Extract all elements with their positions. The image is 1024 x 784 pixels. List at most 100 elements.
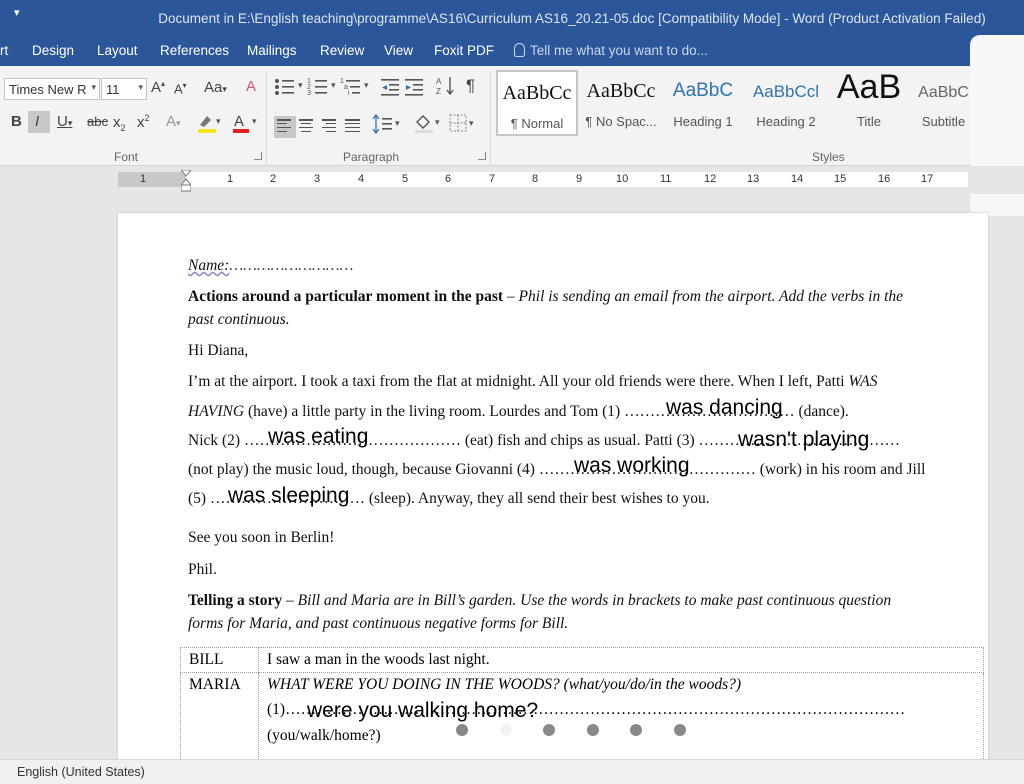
horizontal-ruler[interactable]: 1 1 2 3 4 5 6 7 8 9 10 11 12 13 14 15 16… — [0, 166, 1024, 194]
bold-icon[interactable]: B — [11, 113, 22, 130]
tell-me-search[interactable]: Tell me what you want to do... — [514, 43, 708, 58]
tab-foxit-pdf[interactable]: Foxit PDF — [434, 43, 494, 58]
style-normal[interactable]: AaBbCc ¶ Normal — [496, 70, 578, 136]
indent-markers-icon[interactable] — [181, 170, 191, 192]
pager-dot[interactable] — [456, 724, 468, 736]
svg-text:▾: ▾ — [331, 80, 336, 90]
document-page[interactable]: Name:……………………… Actions around a particul… — [118, 213, 988, 773]
grow-font-icon[interactable]: A▴ — [151, 79, 165, 96]
sort-icon[interactable]: AZ — [436, 75, 456, 101]
tab-insert[interactable]: rt — [0, 43, 8, 58]
heading-story-italic: – Bill and Maria are in Bill’s garden. U… — [282, 592, 892, 609]
font-color-icon[interactable]: A ▾ — [232, 112, 260, 138]
style-heading-2[interactable]: AaBbCcl Heading 2 — [745, 70, 827, 136]
show-formatting-marks-icon[interactable]: ¶ — [466, 76, 475, 96]
tab-mailings[interactable]: Mailings — [247, 43, 297, 58]
heading-actions-line2: past continuous. — [188, 311, 290, 328]
pager-dot[interactable] — [630, 724, 642, 736]
font-size-combobox[interactable]: 11 ▾ — [101, 78, 147, 100]
chevron-down-icon[interactable]: ▾ — [91, 82, 96, 93]
multilevel-icon: 1ai▾ — [340, 78, 369, 97]
name-line: Name:……………………… — [188, 257, 353, 275]
answer-5[interactable]: was sleeping — [228, 484, 349, 508]
speaker-cell: MARIA — [180, 672, 259, 763]
ribbon-home: Times New R ▾ 11 ▾ A▴ A▾ Aa▾ A B I U▾ abc … — [0, 66, 1024, 166]
status-bar: English (United States) — [0, 759, 1024, 784]
group-label-paragraph: Paragraph — [343, 150, 400, 164]
pager-dot[interactable] — [543, 724, 555, 736]
decrease-indent-icon[interactable] — [381, 76, 401, 102]
heading-actions: Actions around a particular moment in th… — [188, 288, 903, 306]
pager-dot-active[interactable] — [500, 724, 512, 736]
paint-bucket-icon: ▾ — [415, 115, 440, 133]
style-label: ¶ No Spac... — [585, 114, 657, 129]
increase-indent-icon[interactable] — [405, 76, 425, 102]
style-no-spacing[interactable]: AaBbCc ¶ No Spac... — [580, 70, 662, 136]
clear-formatting-icon[interactable]: A — [246, 78, 256, 95]
ruler-number: 14 — [791, 173, 804, 185]
answer-4[interactable]: was working — [574, 454, 690, 478]
style-subtitle[interactable]: AaBbC Subtitle — [911, 70, 976, 136]
font-size-value: 11 — [106, 82, 120, 97]
style-sample: AaB — [836, 70, 902, 106]
font-color-a-icon: A ▾ — [233, 113, 257, 133]
ruler-number: 2 — [270, 173, 277, 185]
shading-icon[interactable]: ▾ — [413, 112, 445, 138]
align-right-icon[interactable] — [322, 119, 338, 133]
name-dots: ……………………… — [229, 257, 354, 274]
tab-layout[interactable]: Layout — [97, 43, 138, 58]
ruler-number: 16 — [878, 173, 891, 185]
heading-actions-bold: Actions around a particular moment in th… — [188, 288, 504, 305]
line-cell: I saw a man in the woods last night. — [258, 647, 984, 673]
tab-review[interactable]: Review — [320, 43, 364, 58]
email-example: WAS — [848, 373, 878, 390]
numbering-icon[interactable]: 1 2 3 ▾ — [307, 76, 341, 102]
shrink-font-icon[interactable]: A▾ — [174, 81, 187, 96]
strikethrough-icon[interactable]: abc — [87, 114, 108, 129]
underline-icon[interactable]: U▾ — [57, 113, 72, 130]
style-sample: AaBbCcl — [752, 82, 820, 101]
group-divider — [490, 72, 491, 164]
pager-dot[interactable] — [587, 724, 599, 736]
table-answer-1[interactable]: were you walking home? — [307, 699, 538, 723]
chevron-down-icon[interactable]: ▾ — [138, 82, 143, 93]
highlighter-icon: ▾ — [198, 116, 221, 133]
email-line-1: I’m at the airport. I took a taxi from t… — [188, 373, 878, 391]
text-effects-icon[interactable]: A▾ — [166, 113, 181, 130]
highlight-color-icon[interactable]: ▾ — [196, 112, 222, 138]
answer-3[interactable]: wasn't playing — [738, 428, 869, 452]
svg-text:Z: Z — [436, 87, 441, 96]
table-row: MARIA WHAT WERE YOU DOING IN THE WOODS? … — [180, 672, 984, 763]
tab-design[interactable]: Design — [32, 43, 74, 58]
language-indicator[interactable]: English (United States) — [17, 765, 145, 779]
ruler-number: 15 — [834, 173, 847, 185]
email-text: I’m at the airport. I took a taxi from t… — [188, 373, 849, 390]
answer-2[interactable]: was eating — [268, 425, 368, 449]
tab-view[interactable]: View — [384, 43, 413, 58]
font-name-combobox[interactable]: Times New R ▾ — [4, 78, 100, 100]
answer-1[interactable]: was dancing — [666, 396, 783, 420]
style-title[interactable]: AaB Title — [828, 70, 910, 136]
multilevel-list-icon[interactable]: 1 a i ▾ — [340, 76, 374, 102]
align-center-icon[interactable] — [299, 119, 315, 133]
svg-text:A: A — [234, 113, 244, 130]
speaker-cell: BILL — [180, 647, 259, 673]
font-dialog-launcher-icon[interactable] — [254, 152, 262, 160]
ruler-number: 13 — [747, 173, 760, 185]
tab-references[interactable]: References — [160, 43, 229, 58]
font-name-value: Times New R — [9, 82, 87, 97]
ruler-number: 1 — [140, 173, 147, 185]
superscript-icon[interactable]: x2 — [137, 113, 150, 131]
paragraph-dialog-launcher-icon[interactable] — [478, 152, 486, 160]
bullets-icon[interactable]: ▾ — [274, 76, 308, 102]
borders-icon[interactable]: ▾ — [449, 113, 479, 139]
change-case-icon[interactable]: Aa▾ — [204, 79, 227, 96]
subscript-icon[interactable]: x2 — [113, 114, 126, 133]
signature-line: Phil. — [188, 561, 217, 578]
justify-icon[interactable] — [345, 119, 361, 133]
pager-dot[interactable] — [674, 724, 686, 736]
align-left-icon[interactable] — [274, 116, 296, 138]
line-spacing-icon[interactable]: ▾ — [372, 113, 404, 139]
italic-icon[interactable]: I — [28, 111, 50, 133]
style-heading-1[interactable]: AaBbC Heading 1 — [662, 70, 744, 136]
